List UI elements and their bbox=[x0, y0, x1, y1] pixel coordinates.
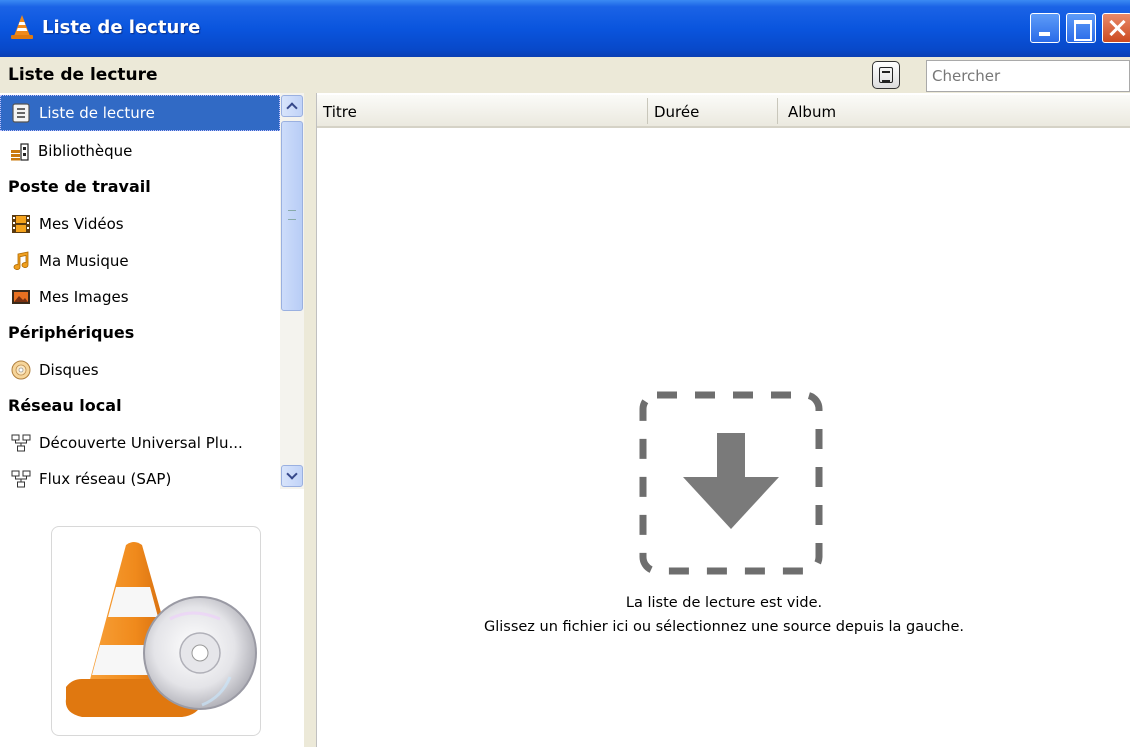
scroll-up-button[interactable] bbox=[281, 95, 303, 117]
panel-title: Liste de lecture bbox=[8, 65, 158, 85]
sidebar-item-discs[interactable]: Disques bbox=[0, 352, 280, 388]
image-icon bbox=[12, 290, 30, 304]
section-heading-devices: Périphériques bbox=[8, 323, 135, 342]
section-heading-workstation: Poste de travail bbox=[8, 177, 151, 196]
list-view-icon bbox=[879, 67, 893, 83]
column-duration[interactable]: Durée bbox=[654, 103, 699, 121]
sidebar-item-label: Découverte Universal Plu... bbox=[39, 434, 243, 452]
sidebar-item-label: Flux réseau (SAP) bbox=[39, 470, 172, 488]
sidebar-item-label: Bibliothèque bbox=[38, 142, 133, 160]
disc-icon bbox=[11, 360, 31, 380]
library-icon bbox=[11, 143, 29, 161]
network-icon bbox=[11, 470, 31, 488]
view-mode-button[interactable] bbox=[872, 61, 900, 89]
network-icon bbox=[11, 434, 31, 452]
minimize-button[interactable] bbox=[1030, 13, 1060, 43]
sidebar-item-label: Mes Images bbox=[39, 288, 129, 306]
playlist-icon bbox=[12, 103, 30, 123]
sidebar-item-upnp-discovery[interactable]: Découverte Universal Plu... bbox=[0, 425, 280, 461]
sidebar-item-library[interactable]: Bibliothèque bbox=[0, 133, 280, 169]
music-note-icon bbox=[13, 251, 29, 270]
sidebar-item-label: Ma Musique bbox=[39, 252, 129, 270]
close-button[interactable] bbox=[1102, 13, 1130, 43]
sidebar-item-sap-streams[interactable]: Flux réseau (SAP) bbox=[0, 461, 280, 497]
column-separator[interactable] bbox=[777, 98, 778, 124]
sidebar-item-label: Mes Vidéos bbox=[39, 215, 124, 233]
column-separator[interactable] bbox=[647, 98, 648, 124]
sidebar-item-playlist[interactable]: Liste de lecture bbox=[0, 95, 280, 131]
sidebar-item-label: Liste de lecture bbox=[39, 104, 155, 122]
sidebar-item-label: Disques bbox=[39, 361, 99, 379]
sidebar-scrollbar[interactable] bbox=[280, 93, 304, 489]
empty-playlist-message: La liste de lecture est vide. bbox=[625, 595, 823, 611]
column-album[interactable]: Album bbox=[788, 103, 836, 121]
playlist-view[interactable]: Titre Durée Album La liste de lecture es… bbox=[316, 93, 1130, 747]
search-input[interactable] bbox=[926, 60, 1130, 92]
section-heading-local-network: Réseau local bbox=[8, 396, 122, 415]
vlc-cone-icon bbox=[11, 15, 33, 39]
window-title: Liste de lecture bbox=[42, 17, 201, 38]
sidebar-item-music[interactable]: Ma Musique bbox=[0, 243, 280, 279]
empty-playlist-hint: Glissez un fichier ici ou sélectionnez u… bbox=[483, 619, 965, 635]
column-title[interactable]: Titre bbox=[323, 103, 357, 121]
sidebar-item-images[interactable]: Mes Images bbox=[0, 279, 280, 315]
vlc-cone-disc-logo bbox=[65, 542, 257, 717]
maximize-button[interactable] bbox=[1066, 13, 1096, 43]
film-icon bbox=[12, 215, 30, 233]
column-header: Titre Durée Album bbox=[317, 95, 1130, 128]
sidebar-item-videos[interactable]: Mes Vidéos bbox=[0, 206, 280, 242]
drop-here-icon bbox=[639, 391, 823, 575]
title-bar: Liste de lecture bbox=[0, 0, 1130, 57]
panel-splitter[interactable] bbox=[304, 93, 316, 747]
scroll-thumb[interactable] bbox=[281, 121, 303, 311]
vlc-artwork bbox=[51, 526, 261, 736]
scroll-down-button[interactable] bbox=[281, 465, 303, 487]
